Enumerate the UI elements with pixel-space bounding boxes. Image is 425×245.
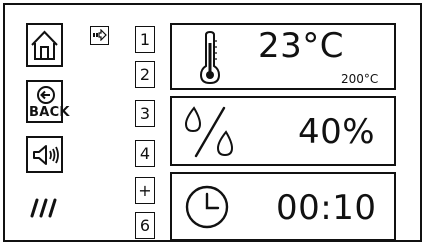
clock-icon (184, 184, 230, 230)
key-1[interactable]: 1 (135, 26, 155, 53)
triple-slash-icon (29, 196, 63, 220)
home-button[interactable] (26, 23, 63, 67)
timer-value: 00:10 (276, 188, 377, 228)
temperature-setpoint: 200°C (341, 72, 379, 86)
arrow-right-icon (92, 29, 107, 41)
key-4[interactable]: 4 (135, 140, 155, 167)
back-arrow-icon (36, 85, 56, 105)
key-2[interactable]: 2 (135, 61, 155, 88)
back-label: BACK (29, 105, 70, 120)
key-3[interactable]: 3 (135, 100, 155, 127)
temperature-panel[interactable]: 23°C 200°C (170, 23, 396, 90)
arrow-indicator (90, 26, 109, 45)
timer-panel[interactable]: 00:10 (170, 172, 396, 241)
humidity-percent-icon (182, 104, 238, 160)
speaker-icon (31, 143, 61, 167)
home-icon (28, 25, 61, 65)
thermometer-icon (199, 31, 221, 85)
key-plus[interactable]: + (135, 177, 155, 204)
sound-button[interactable] (26, 136, 63, 173)
key-6[interactable]: 6 (135, 212, 155, 239)
humidity-value: 40% (298, 112, 376, 152)
temperature-value: 23°C (258, 26, 345, 66)
humidity-panel[interactable]: 40% (170, 96, 396, 166)
back-button[interactable]: BACK (26, 80, 69, 123)
